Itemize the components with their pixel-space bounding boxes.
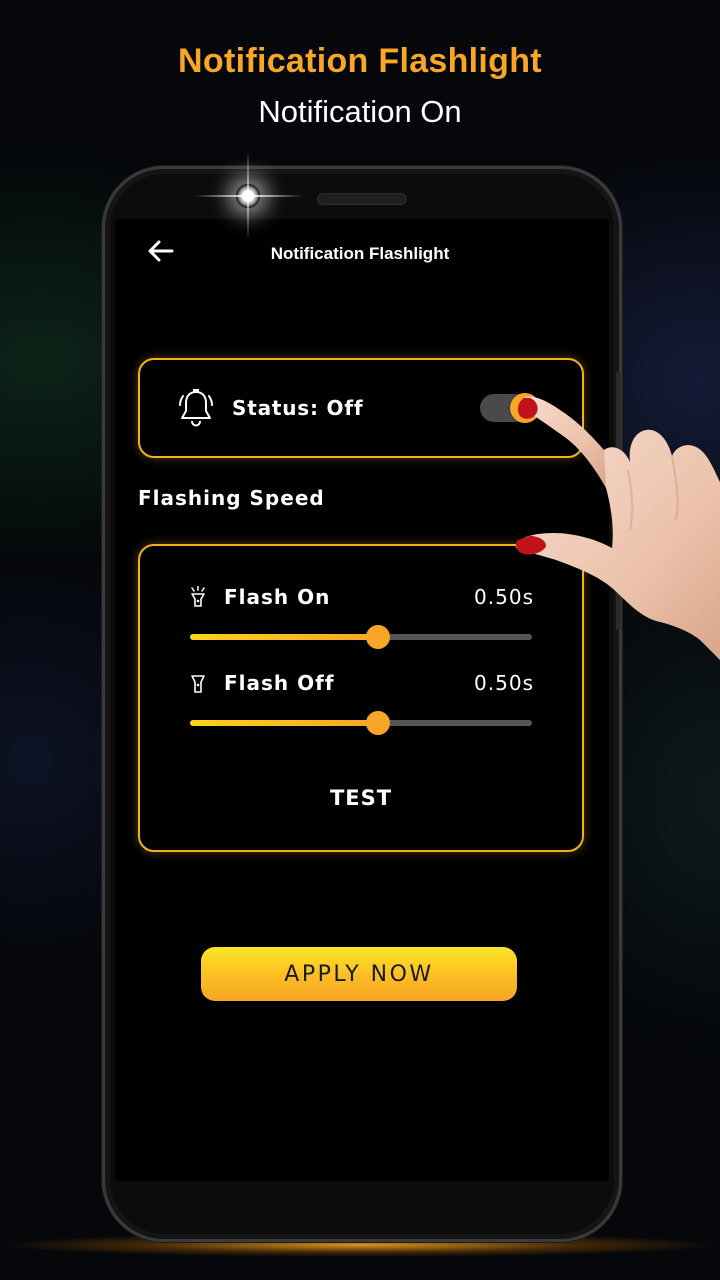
phone-side-button: [616, 372, 621, 630]
flash-on-slider-thumb[interactable]: [366, 625, 391, 649]
flash-on-slider-fill: [190, 634, 379, 640]
flashlight-on-icon: [190, 585, 206, 608]
speed-card: Flash On 0.50s Flash Off 0.50s TEST: [138, 544, 584, 852]
status-label: Status: Off: [232, 396, 364, 420]
phone-speaker: [317, 193, 407, 205]
bell-icon: [178, 388, 214, 428]
flashing-speed-heading: Flashing Speed: [138, 486, 325, 510]
flash-on-label: Flash On: [224, 585, 331, 609]
flash-off-slider-thumb[interactable]: [366, 711, 391, 735]
flash-off-slider[interactable]: [190, 711, 532, 735]
test-button[interactable]: TEST: [140, 786, 582, 810]
apply-now-button[interactable]: APPLY NOW: [201, 947, 517, 1001]
promo-title: Notification Flashlight: [178, 42, 542, 80]
app-bar-title: Notification Flashlight: [270, 244, 450, 263]
flash-flare-icon: [236, 184, 260, 208]
flash-on-value: 0.50s: [474, 585, 534, 609]
flash-off-label: Flash Off: [224, 671, 335, 695]
promo-subtitle: Notification On: [258, 94, 462, 129]
flash-on-slider[interactable]: [190, 625, 532, 649]
flash-off-value: 0.50s: [474, 671, 534, 695]
status-card: Status: Off: [138, 358, 584, 458]
flashlight-off-icon: [190, 672, 206, 694]
flash-off-slider-fill: [190, 720, 379, 726]
status-toggle[interactable]: [480, 393, 540, 423]
toggle-knob: [510, 393, 540, 423]
